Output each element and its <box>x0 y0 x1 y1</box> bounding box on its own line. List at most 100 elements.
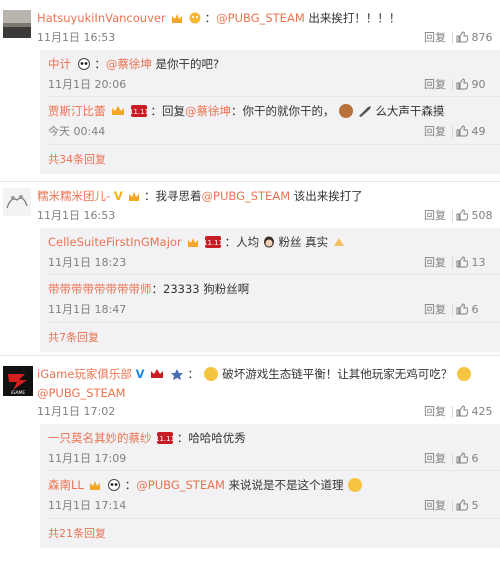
verified-icon: V <box>135 367 145 381</box>
timestamp: 11月1日 17:02 <box>37 405 116 418</box>
reply-item: CelleSuiteFirstInGMajor 11.11 ：人均 粉丝 真实 … <box>40 228 500 274</box>
like-count: 6 <box>471 303 479 316</box>
like-button[interactable]: 876 <box>456 30 500 46</box>
reply-button[interactable]: 回复 <box>424 404 446 420</box>
mention-link[interactable]: @蔡徐坤 <box>106 57 152 71</box>
cat-emoji-icon <box>456 367 471 381</box>
timestamp: 11月1日 16:53 <box>37 31 116 44</box>
double11-badge-text: 11.11 <box>131 108 147 116</box>
thumbs-up-icon <box>456 499 469 511</box>
action-divider <box>452 79 453 91</box>
username-link[interactable]: 带带带带带带带带师 <box>48 282 152 296</box>
comment: 糯米糯米团儿- V ：我寻思着@PUBG_STEAM 该出来挨打了 11月1日 … <box>0 182 500 360</box>
timestamp: 11月1日 17:14 <box>48 499 127 512</box>
comment: iGAME iGame玩家俱乐部 V ： 破坏游戏生态链平衡！让其他玩家无鸡可吃… <box>0 356 500 561</box>
like-button[interactable]: 6 <box>456 302 500 318</box>
thumbs-up-icon <box>456 125 469 137</box>
face-emoji-icon <box>263 236 274 248</box>
reply-text: 森南LL ：@PUBG_STEAM 来说说是不是这个道理 <box>48 477 363 493</box>
comment-text: iGame玩家俱乐部 V ： 破坏游戏生态链平衡！让其他玩家无鸡可吃？ <box>37 366 472 382</box>
like-button[interactable]: 425 <box>456 404 500 420</box>
username-link[interactable]: iGame玩家俱乐部 <box>37 367 132 381</box>
reply-button[interactable]: 回复 <box>424 255 446 271</box>
action-divider <box>452 500 453 512</box>
action-divider <box>452 210 453 222</box>
like-button[interactable]: 13 <box>456 255 500 271</box>
reply-separator: ： <box>94 57 106 71</box>
reply-button[interactable]: 回复 <box>424 498 446 514</box>
more-replies-link[interactable]: 共21条回复 <box>48 526 106 542</box>
username-link[interactable]: HatsuyukiInVancouver <box>37 11 166 25</box>
reply-body: 粉丝 真实 <box>278 235 329 249</box>
reply-button[interactable]: 回复 <box>424 30 446 46</box>
cat-emoji-icon <box>203 367 218 381</box>
reply-separator: ： <box>124 478 137 492</box>
like-count: 876 <box>471 31 493 44</box>
mention-link[interactable]: @PUBG_STEAM <box>136 478 225 492</box>
avatar[interactable] <box>3 10 31 38</box>
mention-link[interactable]: @PUBG_STEAM <box>202 189 291 203</box>
reply-text: CelleSuiteFirstInGMajor 11.11 ：人均 粉丝 真实 <box>48 234 346 250</box>
comment-body: 破坏游戏生态链平衡！让其他玩家无鸡可吃？ <box>222 367 453 381</box>
like-button[interactable]: 90 <box>456 77 500 93</box>
double11-badge-icon: 11.11 <box>157 432 174 444</box>
double11-badge-icon <box>151 369 164 378</box>
avatar-image-icon <box>3 10 31 38</box>
mention-link[interactable]: @PUBG_STEAM <box>216 11 305 25</box>
thumbs-up-icon <box>456 209 469 221</box>
like-button[interactable]: 5 <box>456 498 500 514</box>
reply-button[interactable]: 回复 <box>424 302 446 318</box>
more-replies-link[interactable]: 共7条回复 <box>48 330 99 346</box>
reply-separator: ：人均 <box>224 235 260 249</box>
comment-text: 糯米糯米团儿- V ：我寻思着@PUBG_STEAM 该出来挨打了 <box>37 188 363 204</box>
action-divider <box>452 304 453 316</box>
medal-badge-icon <box>170 369 183 380</box>
action-divider <box>452 126 453 138</box>
vip-crown-icon <box>188 238 199 247</box>
reply-text: 贾斯汀比蕾 11.11 ：回复@蔡徐坤：你干的就你干的， 么大声干森摸 <box>48 103 444 119</box>
username-link[interactable]: CelleSuiteFirstInGMajor <box>48 235 182 249</box>
reply-button[interactable]: 回复 <box>424 77 446 93</box>
like-button[interactable]: 6 <box>456 451 500 467</box>
vip-crown-icon <box>172 14 183 23</box>
avatar[interactable]: iGAME <box>3 366 33 396</box>
double11-badge-text: 11.11 <box>157 435 173 443</box>
thumbs-up-icon <box>456 78 469 90</box>
action-divider <box>452 257 453 269</box>
timestamp: 11月1日 18:23 <box>48 256 127 269</box>
reply-item: 带带带带带带带带师：23333 狗粉丝啊 11月1日 18:47 回复 6 <box>40 275 500 321</box>
reply-divider <box>48 144 500 145</box>
username-link[interactable]: 糯米糯米团儿- <box>37 189 110 203</box>
like-count: 49 <box>471 125 486 138</box>
reply-list: 一只莫名其妙的蔡纱 11.11 ：哈哈哈优秀 11月1日 17:09 回复 6 … <box>40 424 500 548</box>
reply-item: 贾斯汀比蕾 11.11 ：回复@蔡徐坤：你干的就你干的， 么大声干森摸 今天 0… <box>40 97 500 143</box>
reply-body: ：你干的就你干的， <box>230 104 335 118</box>
more-replies-link[interactable]: 共34条回复 <box>48 152 106 168</box>
timestamp: 今天 00:44 <box>48 125 106 138</box>
comment-text-line2: @PUBG_STEAM <box>37 385 126 401</box>
reply-body: 23333 狗粉丝啊 <box>163 282 250 296</box>
cat-emoji-icon <box>348 478 363 492</box>
username-link[interactable]: 中计 <box>48 57 71 71</box>
vip-crown-icon <box>90 481 101 490</box>
reply-body: 是你干的吧? <box>151 57 220 71</box>
like-count: 13 <box>471 256 486 269</box>
reply-button[interactable]: 回复 <box>424 451 446 467</box>
username-link[interactable]: 一只莫名其妙的蔡纱 <box>48 431 152 445</box>
username-link[interactable]: 贾斯汀比蕾 <box>48 104 106 118</box>
like-count: 425 <box>471 405 493 418</box>
mention-link[interactable]: @蔡徐坤 <box>185 104 231 118</box>
comment-separator: ：我寻思着 <box>144 189 202 203</box>
like-button[interactable]: 49 <box>456 124 500 140</box>
action-divider <box>452 406 453 418</box>
username-link[interactable]: 森南LL <box>48 478 84 492</box>
reply-button[interactable]: 回复 <box>424 124 446 140</box>
avatar[interactable] <box>3 188 31 216</box>
like-button[interactable]: 508 <box>456 208 500 224</box>
thumbs-up-icon <box>456 405 469 417</box>
vip-crown-icon <box>112 106 125 115</box>
thumbs-up-icon <box>456 256 469 268</box>
reply-button[interactable]: 回复 <box>424 208 446 224</box>
mention-link[interactable]: @PUBG_STEAM <box>37 386 126 400</box>
timestamp: 11月1日 16:53 <box>37 209 116 222</box>
